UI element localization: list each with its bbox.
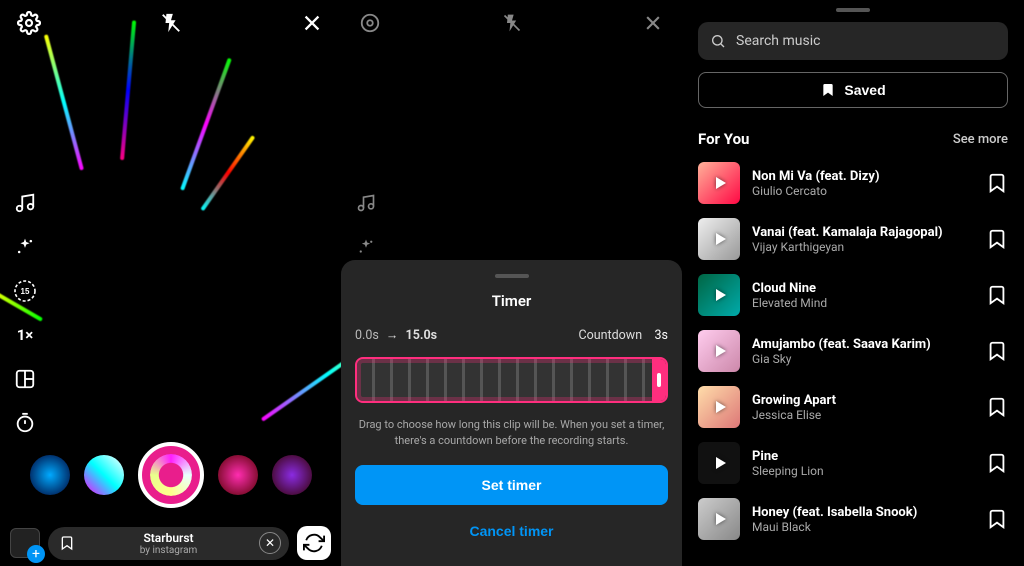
search-placeholder: Search music (736, 33, 820, 49)
track-cover[interactable] (698, 218, 740, 260)
play-icon (716, 345, 726, 357)
track-artist: Giulio Cercato (752, 184, 974, 198)
bookmark-icon[interactable] (986, 172, 1008, 194)
track-title: Growing Apart (752, 393, 974, 408)
effect-thumb[interactable] (272, 455, 312, 495)
bookmark-icon[interactable] (986, 340, 1008, 362)
set-timer-button[interactable]: Set timer (355, 465, 668, 505)
search-input[interactable]: Search music (698, 22, 1008, 60)
track-cover[interactable] (698, 498, 740, 540)
speed-1x-icon[interactable]: 1× (12, 322, 38, 348)
music-icon[interactable] (12, 190, 38, 216)
track-title: Amujambo (feat. Saava Karim) (752, 337, 974, 352)
bookmark-icon[interactable] (986, 284, 1008, 306)
track-cover[interactable] (698, 274, 740, 316)
sheet-grabber[interactable] (836, 8, 870, 12)
timer-range: 0.0s → 15.0s (355, 328, 437, 343)
track-cover[interactable] (698, 330, 740, 372)
track-cover[interactable] (698, 386, 740, 428)
clear-effect-icon[interactable]: ✕ (259, 532, 281, 554)
effect-author: by instagram (88, 545, 249, 556)
track-cover[interactable] (698, 442, 740, 484)
track-artist: Vijay Karthigeyan (752, 240, 974, 254)
countdown-setting[interactable]: Countdown 3s (578, 328, 668, 343)
track-title: Pine (752, 449, 974, 464)
svg-text:15: 15 (21, 287, 30, 296)
add-icon: + (27, 545, 45, 563)
camera-panel-effect: 15 1× + Starburst by instagram ✕ (0, 0, 341, 566)
track-row[interactable]: Cloud NineElevated Mind (698, 274, 1008, 316)
bookmark-icon[interactable] (56, 532, 78, 554)
bookmark-icon[interactable] (986, 508, 1008, 530)
music-panel: Search music Saved For You See more Non … (682, 0, 1024, 566)
cancel-timer-button[interactable]: Cancel timer (355, 515, 668, 547)
sheet-grabber[interactable] (495, 274, 529, 278)
close-icon[interactable] (299, 10, 325, 36)
track-artist: Elevated Mind (752, 296, 974, 310)
search-icon (710, 33, 726, 49)
sparkle-effects-icon[interactable] (353, 234, 379, 260)
saved-button[interactable]: Saved (698, 72, 1008, 108)
effect-thumb[interactable] (30, 455, 70, 495)
track-row[interactable]: Non Mi Va (feat. Dizy)Giulio Cercato (698, 162, 1008, 204)
timer-sheet: Timer 0.0s → 15.0s Countdown 3s Drag to … (341, 260, 682, 566)
music-icon[interactable] (353, 190, 379, 216)
close-icon[interactable] (640, 10, 666, 36)
flash-off-icon[interactable] (158, 10, 184, 36)
settings-icon[interactable] (16, 10, 42, 36)
bookmark-icon[interactable] (986, 228, 1008, 250)
see-more-link[interactable]: See more (953, 132, 1008, 147)
track-row[interactable]: Amujambo (feat. Saava Karim)Gia Sky (698, 330, 1008, 372)
effect-thumb[interactable] (218, 455, 258, 495)
gallery-thumb[interactable]: + (10, 528, 40, 558)
track-artist: Jessica Elise (752, 408, 974, 422)
bookmark-icon[interactable] (986, 452, 1008, 474)
timer-icon[interactable] (12, 410, 38, 436)
play-icon (716, 457, 726, 469)
effect-thumb[interactable] (84, 455, 124, 495)
bookmark-icon[interactable] (986, 396, 1008, 418)
effects-carousel[interactable] (0, 442, 341, 508)
track-row[interactable]: PineSleeping Lion (698, 442, 1008, 484)
track-cover[interactable] (698, 162, 740, 204)
track-title: Cloud Nine (752, 281, 974, 296)
play-icon (716, 289, 726, 301)
sparkle-effects-icon[interactable] (12, 234, 38, 260)
track-row[interactable]: Growing ApartJessica Elise (698, 386, 1008, 428)
duration-15-icon[interactable]: 15 (12, 278, 38, 304)
flash-off-icon[interactable] (499, 10, 525, 36)
play-icon (716, 233, 726, 245)
effect-info-pill[interactable]: Starburst by instagram ✕ (48, 527, 289, 560)
timer-title: Timer (355, 292, 668, 310)
layout-icon[interactable] (12, 366, 38, 392)
camera-switch-icon[interactable] (297, 526, 331, 560)
track-row[interactable]: Honey (feat. Isabella Snook)Maui Black (698, 498, 1008, 540)
track-artist: Gia Sky (752, 352, 974, 366)
settings-icon[interactable] (357, 10, 383, 36)
effect-name: Starburst (88, 531, 249, 545)
timer-slider[interactable] (355, 357, 668, 403)
track-row[interactable]: Vanai (feat. Kamalaja Rajagopal)Vijay Ka… (698, 218, 1008, 260)
track-title: Vanai (feat. Kamalaja Rajagopal) (752, 225, 974, 240)
play-icon (716, 177, 726, 189)
bookmark-icon (820, 82, 836, 98)
timer-slider-handle[interactable] (652, 359, 666, 401)
track-artist: Sleeping Lion (752, 464, 974, 478)
track-title: Non Mi Va (feat. Dizy) (752, 169, 974, 184)
timer-hint: Drag to choose how long this clip will b… (355, 417, 668, 449)
track-title: Honey (feat. Isabella Snook) (752, 505, 974, 520)
track-list: Non Mi Va (feat. Dizy)Giulio Cercato Vana… (698, 162, 1008, 540)
effect-thumb-active[interactable] (138, 442, 204, 508)
section-title: For You (698, 130, 749, 148)
camera-panel-timer: Timer 0.0s → 15.0s Countdown 3s Drag to … (341, 0, 682, 566)
track-artist: Maui Black (752, 520, 974, 534)
play-icon (716, 401, 726, 413)
play-icon (716, 513, 726, 525)
